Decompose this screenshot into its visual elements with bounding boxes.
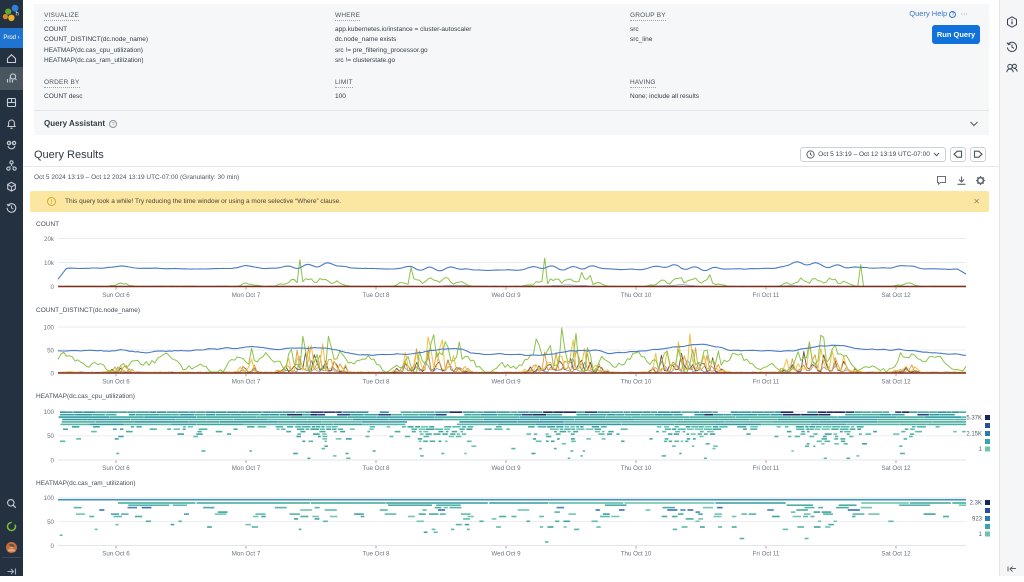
svg-text:Fri Oct 11: Fri Oct 11 (753, 465, 780, 472)
svg-text:Wed Oct 9: Wed Oct 9 (491, 379, 521, 386)
svg-text:Sat Oct 12: Sat Oct 12 (881, 292, 911, 299)
svg-text:Thu Oct 10: Thu Oct 10 (621, 551, 652, 558)
svg-text:Sun Oct 6: Sun Oct 6 (102, 551, 130, 558)
svg-text:Tue Oct 8: Tue Oct 8 (363, 292, 390, 299)
svg-text:Thu Oct 10: Thu Oct 10 (621, 379, 652, 386)
svg-text:Tue Oct 8: Tue Oct 8 (363, 379, 390, 386)
svg-text:Sat Oct 12: Sat Oct 12 (881, 379, 911, 386)
svg-text:0: 0 (51, 543, 55, 550)
svg-text:5.37K: 5.37K (966, 416, 982, 422)
svg-text:Sun Oct 6: Sun Oct 6 (102, 379, 130, 386)
svg-text:50: 50 (47, 433, 54, 440)
svg-text:Tue Oct 8: Tue Oct 8 (363, 465, 390, 472)
svg-text:Sun Oct 6: Sun Oct 6 (102, 292, 130, 299)
svg-text:1: 1 (979, 447, 983, 453)
svg-text:Mon Oct 7: Mon Oct 7 (232, 292, 261, 299)
svg-text:50: 50 (47, 348, 54, 355)
svg-text:Thu Oct 10: Thu Oct 10 (621, 292, 652, 299)
svg-text:1: 1 (979, 532, 983, 538)
svg-text:Mon Oct 7: Mon Oct 7 (232, 465, 261, 472)
svg-text:100: 100 (44, 495, 55, 502)
svg-text:Fri Oct 11: Fri Oct 11 (753, 379, 780, 386)
svg-text:Fri Oct 11: Fri Oct 11 (753, 292, 780, 299)
svg-text:0: 0 (51, 458, 55, 465)
svg-text:Mon Oct 7: Mon Oct 7 (232, 551, 261, 558)
svg-text:Fri Oct 11: Fri Oct 11 (753, 551, 780, 558)
svg-text:50: 50 (47, 519, 54, 526)
svg-text:10k: 10k (44, 260, 55, 267)
svg-text:Mon Oct 7: Mon Oct 7 (232, 379, 261, 386)
svg-text:20k: 20k (44, 236, 55, 243)
svg-text:Wed Oct 9: Wed Oct 9 (491, 465, 521, 472)
svg-text:Thu Oct 10: Thu Oct 10 (621, 465, 652, 472)
svg-text:100: 100 (44, 325, 55, 332)
svg-text:Wed Oct 9: Wed Oct 9 (491, 292, 521, 299)
svg-text:Sat Oct 12: Sat Oct 12 (881, 551, 911, 558)
svg-text:Tue Oct 8: Tue Oct 8 (363, 551, 390, 558)
svg-text:Wed Oct 9: Wed Oct 9 (491, 551, 521, 558)
svg-text:0: 0 (51, 284, 55, 291)
svg-text:2.15K: 2.15K (966, 432, 982, 438)
svg-text:Sat Oct 12: Sat Oct 12 (881, 465, 911, 472)
svg-text:923: 923 (972, 517, 983, 523)
svg-text:2.3K: 2.3K (970, 501, 982, 507)
svg-text:100: 100 (44, 409, 55, 416)
svg-text:Sun Oct 6: Sun Oct 6 (102, 465, 130, 472)
svg-text:0: 0 (51, 371, 55, 378)
